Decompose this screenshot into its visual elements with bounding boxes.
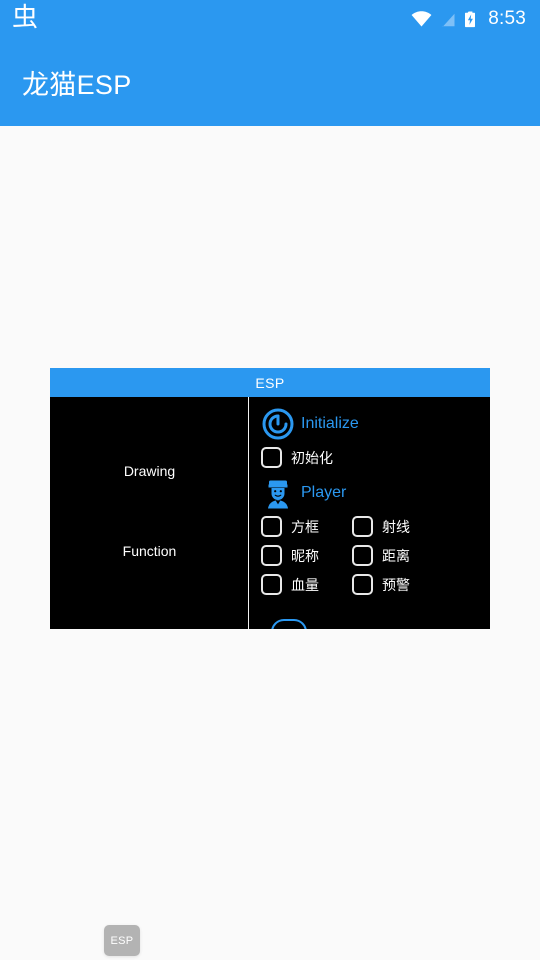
app-bar: 龙猫ESP: [0, 38, 540, 126]
esp-sidebar: Drawing Function: [50, 397, 249, 629]
battery-charging-icon: [465, 11, 476, 27]
section-label-initialize: Initialize: [301, 415, 359, 432]
checkbox-label: 射线: [382, 518, 410, 535]
app-title: 龙猫ESP: [22, 69, 132, 100]
status-bar-system-icons: 8:53: [411, 8, 526, 30]
checkbox-icon[interactable]: [261, 574, 282, 595]
no-sim-signal-icon: [441, 11, 456, 27]
checkbox-label: 初始化: [291, 449, 333, 466]
wifi-icon: [411, 11, 432, 27]
checkbox-item-chushihua[interactable]: 初始化: [261, 447, 333, 468]
checkbox-item-juli[interactable]: 距离: [352, 545, 434, 566]
checkbox-row: 昵称 距离: [261, 545, 490, 566]
checkbox-item-yujing[interactable]: 预警: [352, 574, 434, 595]
section-header-player: Player: [261, 476, 490, 510]
sidebar-item-function-label: Function: [122, 543, 177, 559]
clipped-toggle-below-fold[interactable]: [271, 619, 307, 629]
checkbox-icon[interactable]: [261, 516, 282, 537]
status-bar: 虫 8:53: [0, 0, 540, 38]
checkbox-icon[interactable]: [352, 545, 373, 566]
phone-screen: 虫 8:53 龙猫ESP ESP Drawing Function Initia…: [0, 0, 540, 960]
sidebar-item-drawing[interactable]: Drawing: [50, 463, 249, 479]
esp-main-content: Initialize 初始化 Player 方框 射线 昵称 距离 血量 预警: [249, 397, 490, 629]
esp-floating-button[interactable]: ESP: [104, 925, 140, 956]
checkbox-label: 预警: [382, 576, 410, 593]
esp-panel-titlebar[interactable]: ESP: [50, 368, 490, 397]
checkbox-icon[interactable]: [261, 447, 282, 468]
sidebar-item-function[interactable]: Function: [50, 543, 249, 559]
checkbox-icon[interactable]: [261, 545, 282, 566]
checkbox-icon[interactable]: [352, 516, 373, 537]
esp-panel-title: ESP: [255, 374, 285, 391]
esp-overlay-panel: ESP Drawing Function Initialize 初始化 Play…: [50, 368, 490, 629]
player-avatar-icon: [268, 480, 288, 509]
esp-floating-button-label: ESP: [110, 934, 134, 947]
checkbox-row: 方框 射线: [261, 516, 490, 537]
initialize-circle-icon: [262, 408, 294, 440]
checkbox-label: 昵称: [291, 547, 319, 564]
section-header-initialize: Initialize: [261, 407, 490, 441]
checkbox-item-nicheng[interactable]: 昵称: [261, 545, 343, 566]
checkbox-row: 血量 预警: [261, 574, 490, 595]
section-label-player: Player: [301, 484, 347, 501]
checkbox-item-fangkuang[interactable]: 方框: [261, 516, 343, 537]
status-bar-notifications: 虫: [12, 3, 39, 33]
checkbox-item-xueliang[interactable]: 血量: [261, 574, 343, 595]
checkbox-item-shexian[interactable]: 射线: [352, 516, 434, 537]
status-bar-clock: 8:53: [488, 8, 526, 29]
checkbox-icon[interactable]: [352, 574, 373, 595]
checkbox-label: 距离: [382, 547, 410, 564]
bug-glyph-icon: 虫: [12, 3, 39, 33]
checkbox-label: 血量: [291, 576, 319, 593]
esp-panel-content: Drawing Function Initialize 初始化 Player 方…: [50, 397, 490, 629]
checkbox-label: 方框: [291, 518, 319, 535]
sidebar-item-drawing-label: Drawing: [123, 463, 176, 479]
checkbox-row: 初始化: [261, 447, 490, 468]
